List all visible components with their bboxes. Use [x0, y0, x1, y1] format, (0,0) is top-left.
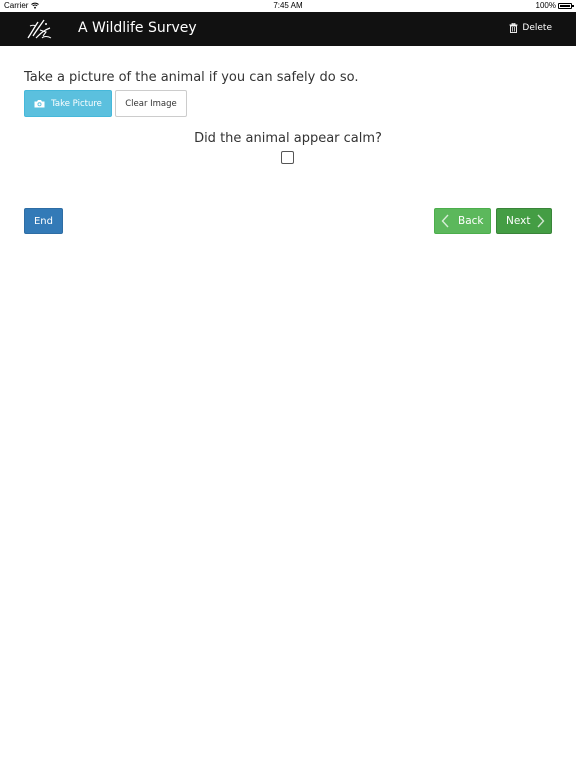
photo-question-prompt: Take a picture of the animal if you can …	[24, 70, 359, 85]
delete-button[interactable]: Delete	[509, 22, 552, 33]
end-button[interactable]: End	[24, 208, 63, 234]
next-button[interactable]: Next	[496, 208, 552, 234]
camera-icon	[34, 99, 45, 108]
battery-icon	[558, 2, 574, 9]
chevron-left-icon	[441, 214, 449, 228]
status-bar: Carrier 7:45 AM 100%	[0, 0, 576, 12]
clear-image-label: Clear Image	[125, 98, 177, 109]
trash-icon	[509, 22, 518, 33]
calm-checkbox[interactable]	[281, 151, 294, 164]
page-title: A Wildlife Survey	[78, 20, 197, 36]
clear-image-button[interactable]: Clear Image	[115, 90, 187, 117]
status-time: 7:45 AM	[273, 1, 303, 10]
battery-info: 100%	[535, 1, 574, 10]
chevron-right-icon	[537, 214, 545, 228]
battery-percent: 100%	[535, 1, 556, 10]
back-button[interactable]: Back	[434, 208, 491, 234]
take-picture-label: Take Picture	[51, 98, 102, 109]
back-label: Back	[458, 215, 484, 227]
take-picture-button[interactable]: Take Picture	[24, 90, 112, 117]
end-label: End	[33, 215, 53, 227]
navigation-bar: A Wildlife Survey Delete	[0, 12, 576, 46]
delete-label: Delete	[522, 23, 552, 33]
calm-question-prompt: Did the animal appear calm?	[194, 131, 382, 146]
next-label: Next	[506, 215, 531, 227]
logo-icon	[24, 16, 54, 42]
